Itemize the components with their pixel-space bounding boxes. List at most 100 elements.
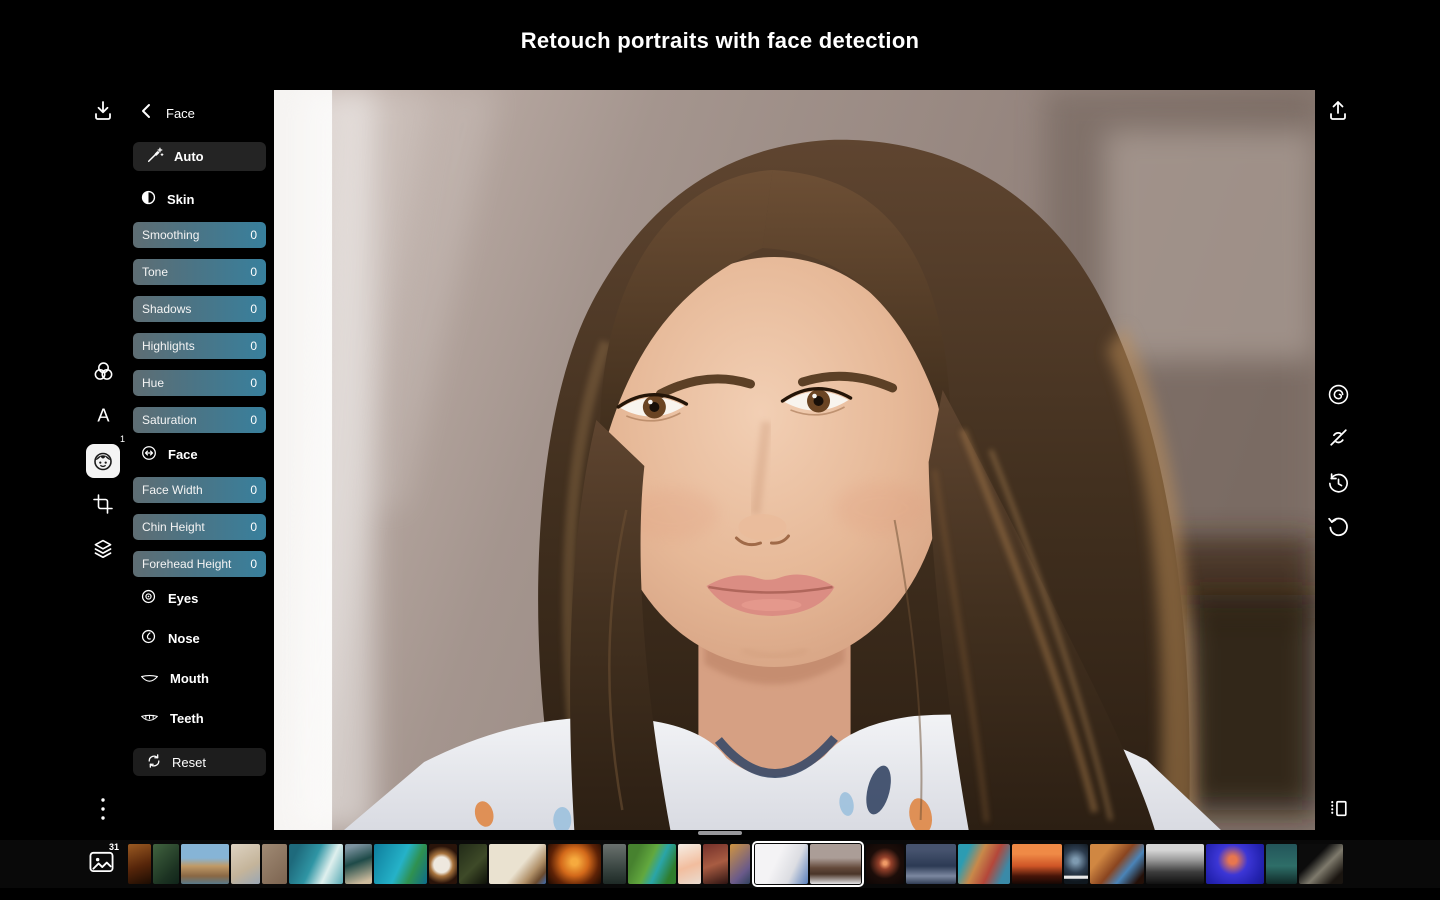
feature-eyes[interactable]: Eyes xyxy=(133,588,266,608)
reset-label: Reset xyxy=(172,755,206,770)
slider-label: Saturation xyxy=(142,413,197,427)
undo-button[interactable] xyxy=(1326,514,1351,539)
slider-value: 0 xyxy=(250,520,257,534)
thumbnail-storm-harbor[interactable] xyxy=(906,844,956,884)
spiral-icon xyxy=(1326,382,1351,407)
thumbnail-cave-light[interactable] xyxy=(1299,844,1343,884)
disable-adjustments-button[interactable] xyxy=(1326,425,1351,450)
thumbnail-eclipse[interactable] xyxy=(866,844,904,884)
thumbnail-island-aerial[interactable] xyxy=(374,844,427,884)
text-tool-button[interactable]: A xyxy=(92,404,115,427)
thumbnail-portrait-current[interactable] xyxy=(810,844,861,884)
svg-text:A: A xyxy=(97,405,110,425)
split-compare-button[interactable] xyxy=(1326,796,1351,821)
thumbnail-venice-canal[interactable] xyxy=(181,844,229,884)
thumbnail-deer[interactable] xyxy=(489,844,546,884)
reset-icon xyxy=(146,753,162,772)
slider-smoothing[interactable]: Smoothing 0 xyxy=(133,222,266,248)
slider-hue[interactable]: Hue 0 xyxy=(133,370,266,396)
export-button[interactable] xyxy=(1325,98,1351,124)
slider-face-width[interactable]: Face Width 0 xyxy=(133,477,266,503)
import-button[interactable] xyxy=(90,98,116,124)
mouth-icon xyxy=(140,671,159,686)
auto-button[interactable]: Auto xyxy=(133,142,266,171)
thumbnail-surfer-clip[interactable] xyxy=(1064,844,1088,884)
slider-value: 0 xyxy=(250,339,257,353)
thumbnail-clay-texture[interactable] xyxy=(262,844,287,884)
eye-icon xyxy=(140,588,157,608)
thumbnail-dark-foliage[interactable] xyxy=(459,844,487,884)
library-button[interactable]: 31 xyxy=(88,849,115,874)
thumbnail-canyon-hiker[interactable] xyxy=(1090,844,1144,884)
face-count-badge: 1 xyxy=(120,435,125,444)
slider-label: Forehead Height xyxy=(142,557,231,571)
crop-icon xyxy=(91,492,115,516)
feature-label: Teeth xyxy=(170,711,204,726)
teeth-icon xyxy=(140,711,159,726)
panel-title: Face xyxy=(166,106,195,121)
face-adjustments-panel: Face Auto Skin Smoothing 0 Tone 0 Shadow… xyxy=(133,100,266,776)
slider-label: Hue xyxy=(142,376,164,390)
wand-icon xyxy=(146,146,164,167)
face-tool-button-selected[interactable]: 1 xyxy=(86,444,120,478)
thumbnail-sunset-figure[interactable] xyxy=(1012,844,1062,884)
thumbnail-boat-sketch[interactable] xyxy=(231,844,260,884)
feature-mouth[interactable]: Mouth xyxy=(133,668,266,688)
skin-section-label: Skin xyxy=(167,192,194,207)
selected-thumbnail-group[interactable] xyxy=(752,841,864,887)
slider-value: 0 xyxy=(250,265,257,279)
feature-label: Eyes xyxy=(168,591,198,606)
back-button[interactable]: Face xyxy=(133,102,266,124)
slider-value: 0 xyxy=(250,228,257,242)
thumbnail-bright-curtain[interactable] xyxy=(755,844,808,884)
history-button[interactable] xyxy=(1326,471,1351,496)
face-width-icon xyxy=(140,444,158,465)
feature-nose[interactable]: Nose xyxy=(133,628,266,648)
slider-tone[interactable]: Tone 0 xyxy=(133,259,266,285)
thumbnail-lion-rock[interactable] xyxy=(128,844,151,884)
slider-label: Face Width xyxy=(142,483,203,497)
thumbnail-jellyfish[interactable] xyxy=(1206,844,1264,884)
feature-label: Nose xyxy=(168,631,200,646)
more-options-button[interactable] xyxy=(99,796,107,822)
photo-canvas[interactable] xyxy=(274,90,1315,830)
slider-forehead-height[interactable]: Forehead Height 0 xyxy=(133,551,266,577)
thumbnail-palm-beach[interactable] xyxy=(345,844,372,884)
adjust-tool-button[interactable] xyxy=(91,359,116,384)
thumbnail-night-observatory[interactable] xyxy=(1266,844,1297,884)
thumbnail-green-leaves[interactable] xyxy=(153,844,179,884)
thumbnail-blossoms[interactable] xyxy=(678,844,701,884)
thumbnail-food-plate[interactable] xyxy=(429,844,457,884)
slider-saturation[interactable]: Saturation 0 xyxy=(133,407,266,433)
slider-value: 0 xyxy=(250,483,257,497)
layers-tool-button[interactable] xyxy=(90,536,116,562)
thumbnail-market-edge[interactable] xyxy=(730,844,750,884)
thumbnail-jungle-river[interactable] xyxy=(628,844,676,884)
thumbnail-ocean-wave[interactable] xyxy=(289,844,343,884)
app-window: Retouch portraits with face detection A xyxy=(0,0,1440,900)
slider-chin-height[interactable]: Chin Height 0 xyxy=(133,514,266,540)
spiral-button[interactable] xyxy=(1326,382,1351,407)
more-dots-icon xyxy=(99,796,107,822)
slider-value: 0 xyxy=(250,376,257,390)
thumbnail-red-portrait[interactable] xyxy=(703,844,728,884)
thumbnail-fire[interactable] xyxy=(548,844,601,884)
library-count-badge: 31 xyxy=(109,843,119,852)
thumbnail-havana-street[interactable] xyxy=(958,844,1010,884)
slider-value: 0 xyxy=(250,557,257,571)
slider-shadows[interactable]: Shadows 0 xyxy=(133,296,266,322)
canvas-scroll-indicator[interactable] xyxy=(698,831,742,835)
text-tool-icon: A xyxy=(92,404,115,427)
layers-icon xyxy=(90,536,116,562)
export-icon xyxy=(1325,98,1351,124)
thumbnail-mono-peak[interactable] xyxy=(1146,844,1204,884)
reset-button[interactable]: Reset xyxy=(133,748,266,776)
slider-value: 0 xyxy=(250,413,257,427)
brush-slash-icon xyxy=(1326,425,1351,450)
feature-label: Mouth xyxy=(170,671,209,686)
crop-tool-button[interactable] xyxy=(91,492,115,516)
feature-teeth[interactable]: Teeth xyxy=(133,708,266,728)
nose-icon xyxy=(140,628,157,648)
thumbnail-waterfall[interactable] xyxy=(603,844,626,884)
slider-highlights[interactable]: Highlights 0 xyxy=(133,333,266,359)
